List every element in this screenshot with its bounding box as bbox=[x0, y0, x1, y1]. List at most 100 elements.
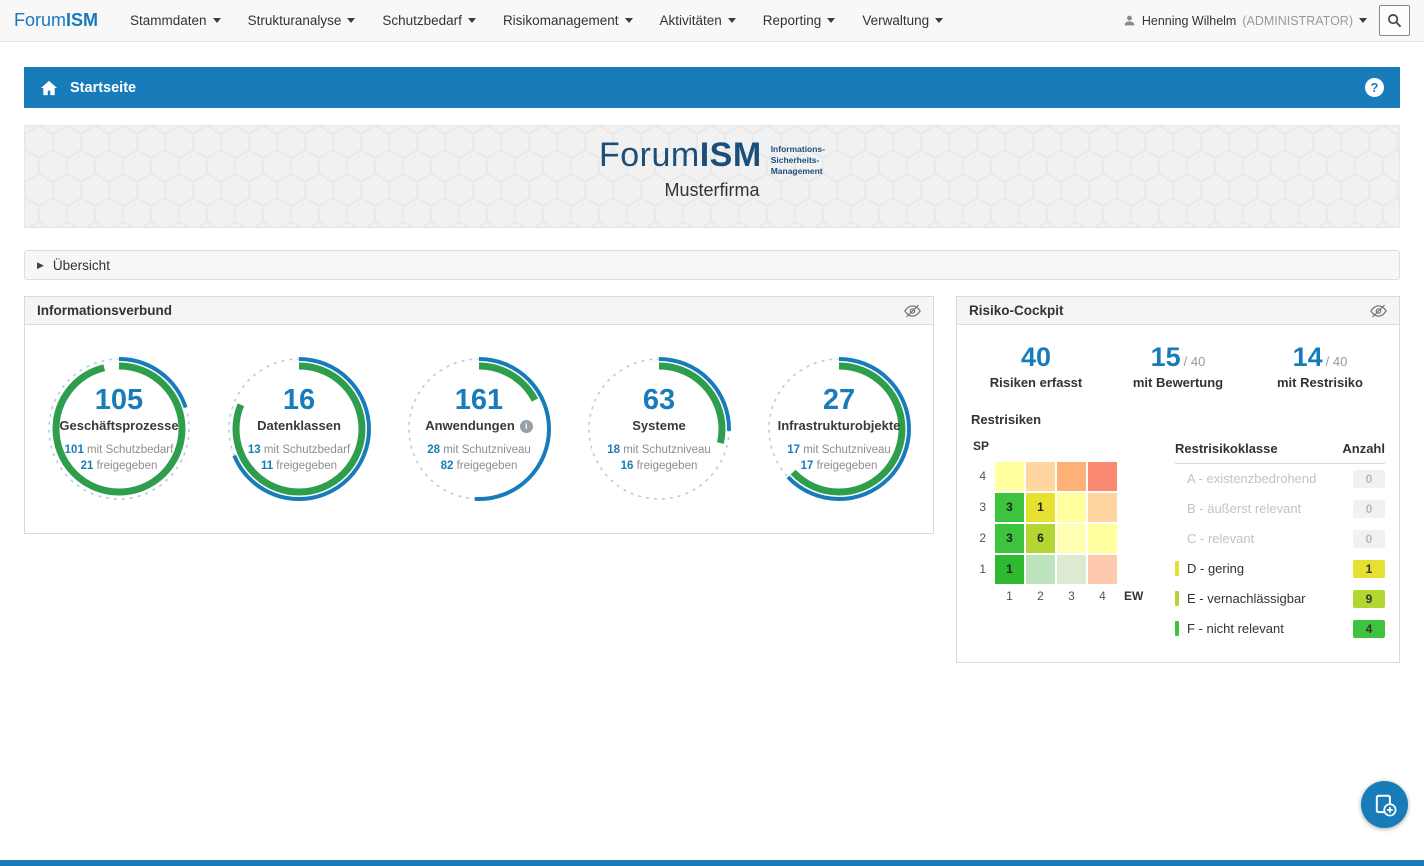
overview-toggle[interactable]: ▶ Übersicht bbox=[24, 250, 1400, 280]
risiko-cockpit-title: Risiko-Cockpit bbox=[969, 303, 1064, 318]
risk-legend: RestrisikoklasseAnzahlA - existenzbedroh… bbox=[1175, 441, 1385, 644]
informationsverbund-panel: Informationsverbund 105Geschäftsprozesse… bbox=[24, 296, 934, 534]
gauge-content: 16Datenklassen13 mit Schutzbedarf11 frei… bbox=[224, 386, 374, 472]
matrix-x-axis-label: EW bbox=[1119, 589, 1149, 603]
risk-stats: 40Risiken erfasst15/ 40mit Bewertung14/ … bbox=[957, 325, 1399, 394]
hero-brand-part2: ISM bbox=[700, 136, 762, 174]
matrix-cell bbox=[1088, 555, 1117, 584]
hero-tagline: Informations- Sicherheits- Management bbox=[771, 137, 825, 177]
legend-row: A - existenzbedrohend0 bbox=[1175, 464, 1385, 494]
matrix-x-axis: 1234EW bbox=[971, 589, 1149, 603]
nav-menu-label: Strukturanalyse bbox=[248, 13, 342, 28]
gauge-stat: 18 mit Schutzniveau bbox=[584, 444, 734, 456]
hero-banner: ForumISM Informations- Sicherheits- Mana… bbox=[24, 125, 1400, 228]
matrix-x-tick: 1 bbox=[995, 589, 1024, 603]
quick-add-button[interactable] bbox=[1361, 781, 1408, 828]
search-icon bbox=[1387, 13, 1402, 28]
home-icon[interactable] bbox=[40, 80, 58, 96]
help-button[interactable]: ? bbox=[1365, 78, 1384, 97]
gauge-value: 16 bbox=[224, 386, 374, 415]
nav-menu-risikomanagement[interactable]: Risikomanagement bbox=[503, 13, 633, 28]
matrix-cell bbox=[1057, 555, 1086, 584]
legend-label: F - nicht relevant bbox=[1187, 621, 1353, 636]
matrix-cell bbox=[1088, 524, 1117, 553]
nav-menu-reporting[interactable]: Reporting bbox=[763, 13, 836, 28]
user-role: (ADMINISTRATOR) bbox=[1242, 14, 1353, 28]
app-logo-part1: Forum bbox=[14, 10, 66, 30]
hero-tagline-line3: Management bbox=[771, 166, 825, 177]
search-button[interactable] bbox=[1379, 5, 1410, 36]
gauge-content: 105Geschäftsprozesse101 mit Schutzbedarf… bbox=[44, 386, 194, 472]
legend-color-chip bbox=[1175, 591, 1179, 606]
matrix-cell bbox=[1088, 462, 1117, 491]
legend-row: E - vernachlässigbar9 bbox=[1175, 584, 1385, 614]
caret-down-icon bbox=[827, 18, 835, 27]
count-badge: 0 bbox=[1353, 500, 1385, 518]
caret-down-icon bbox=[213, 18, 221, 27]
app-logo-part2: ISM bbox=[66, 10, 98, 30]
donut-gauge-infrastrukturobjekte: 27Infrastrukturobjekte17 mit Schutznivea… bbox=[753, 343, 925, 515]
caret-down-icon bbox=[468, 18, 476, 27]
user-menu[interactable]: Henning Wilhelm (ADMINISTRATOR) bbox=[1123, 14, 1367, 28]
risiko-cockpit-panel: Risiko-Cockpit 40Risiken erfasst15/ 40mi… bbox=[956, 296, 1400, 663]
matrix-x-tick: 4 bbox=[1088, 589, 1117, 603]
matrix-grid: 433123611 bbox=[971, 462, 1149, 584]
legend-label: C - relevant bbox=[1187, 531, 1353, 546]
matrix-x-tick: 2 bbox=[1026, 589, 1055, 603]
legend-label: B - äußerst relevant bbox=[1187, 501, 1353, 516]
risk-matrix: SP4331236111234EW bbox=[971, 439, 1149, 644]
matrix-cell: 3 bbox=[995, 524, 1024, 553]
gauge-content: 63Systeme18 mit Schutzniveau16 freigegeb… bbox=[584, 386, 734, 472]
legend-row: F - nicht relevant4 bbox=[1175, 614, 1385, 644]
matrix-cell: 1 bbox=[1026, 493, 1055, 522]
main-content: Informationsverbund 105Geschäftsprozesse… bbox=[24, 296, 1400, 663]
gauge-label: Infrastrukturobjekte bbox=[764, 418, 914, 433]
count-badge: 4 bbox=[1353, 620, 1385, 638]
count-badge: 1 bbox=[1353, 560, 1385, 578]
app-logo[interactable]: ForumISM bbox=[14, 10, 98, 31]
risk-stat-label: mit Bewertung bbox=[1107, 375, 1249, 390]
note-add-icon bbox=[1373, 793, 1397, 817]
legend-row: D - gering1 bbox=[1175, 554, 1385, 584]
info-icon[interactable]: i bbox=[520, 420, 533, 433]
nav-menu-label: Reporting bbox=[763, 13, 822, 28]
matrix-y-axis-label: SP bbox=[973, 439, 1149, 453]
gauge-label: Geschäftsprozesse bbox=[44, 418, 194, 433]
risk-stat-value: 14/ 40 bbox=[1249, 343, 1391, 373]
risk-stat-number: 14 bbox=[1293, 342, 1323, 372]
hide-informationsverbund-button[interactable] bbox=[904, 304, 921, 318]
count-badge: 0 bbox=[1353, 470, 1385, 488]
donut-gauge-datenklassen: 16Datenklassen13 mit Schutzbedarf11 frei… bbox=[213, 343, 385, 515]
risk-stat: 15/ 40 mit Bewertung bbox=[1107, 343, 1249, 390]
gauge-stat: 21 freigegeben bbox=[44, 460, 194, 472]
legend-class-col: Restrisikoklasse bbox=[1175, 441, 1278, 456]
legend-label: E - vernachlässigbar bbox=[1187, 591, 1353, 606]
gauge-label: Anwendungeni bbox=[404, 418, 554, 433]
matrix-cell bbox=[1026, 555, 1055, 584]
caret-down-icon bbox=[935, 18, 943, 27]
gauge-stat: 17 mit Schutzniveau bbox=[764, 444, 914, 456]
hero-tagline-line1: Informations- bbox=[771, 144, 825, 155]
hide-risiko-cockpit-button[interactable] bbox=[1370, 304, 1387, 318]
nav-menu-strukturanalyse[interactable]: Strukturanalyse bbox=[248, 13, 356, 28]
nav-menu-schutzbedarf[interactable]: Schutzbedarf bbox=[382, 13, 476, 28]
legend-color-chip bbox=[1175, 501, 1179, 516]
gauge-value: 63 bbox=[584, 386, 734, 415]
informationsverbund-header: Informationsverbund bbox=[25, 297, 933, 325]
risk-stat-value: 15/ 40 bbox=[1107, 343, 1249, 373]
user-icon bbox=[1123, 14, 1136, 27]
nav-menu-stammdaten[interactable]: Stammdaten bbox=[130, 13, 221, 28]
risk-stat-suffix: / 40 bbox=[1184, 354, 1206, 369]
matrix-cell bbox=[1088, 493, 1117, 522]
legend-color-chip bbox=[1175, 531, 1179, 546]
caret-down-icon bbox=[1359, 18, 1367, 27]
nav-menu-verwaltung[interactable]: Verwaltung bbox=[862, 13, 943, 28]
informationsverbund-title: Informationsverbund bbox=[37, 303, 172, 318]
matrix-cell bbox=[1057, 462, 1086, 491]
hero-brand: ForumISM bbox=[599, 137, 762, 174]
hero-company-name: Musterfirma bbox=[25, 180, 1399, 201]
caret-down-icon bbox=[347, 18, 355, 27]
risk-stat-label: mit Restrisiko bbox=[1249, 375, 1391, 390]
nav-menu-aktivit-ten[interactable]: Aktivitäten bbox=[660, 13, 736, 28]
count-badge: 9 bbox=[1353, 590, 1385, 608]
